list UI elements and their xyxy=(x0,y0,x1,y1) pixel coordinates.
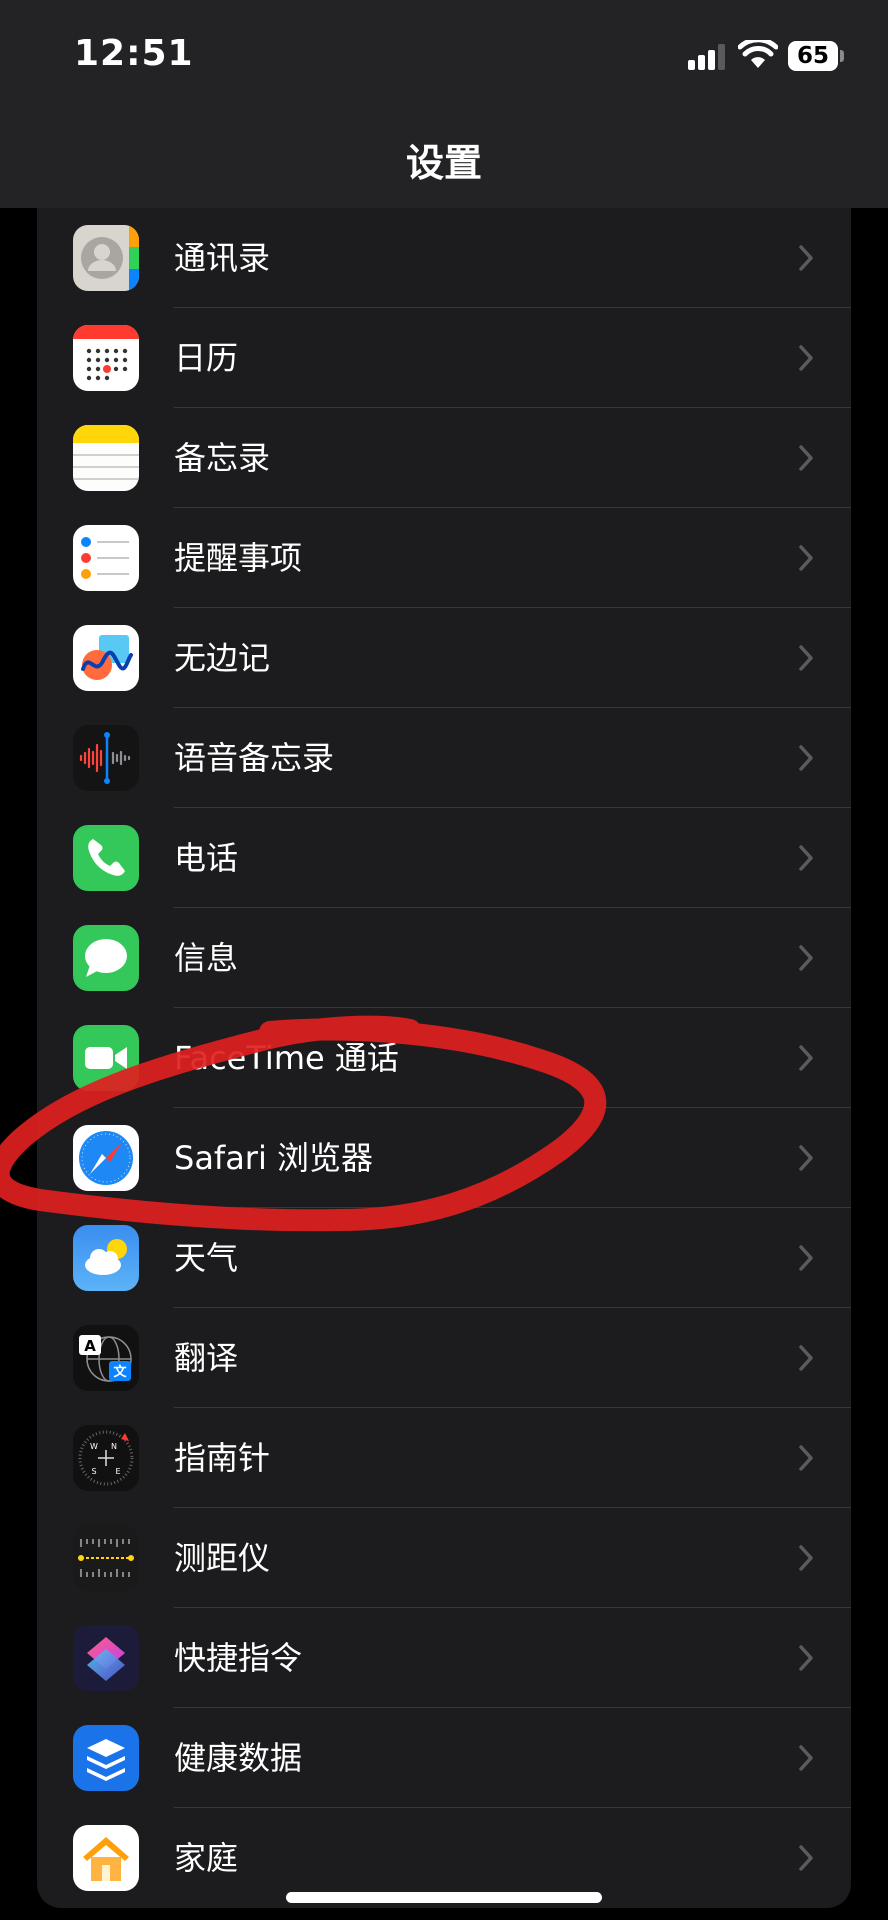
settings-item-label: 测距仪 xyxy=(174,1539,271,1577)
calendar-icon xyxy=(73,325,139,391)
translate-icon: A 文 xyxy=(73,1325,139,1391)
chevron-right-icon xyxy=(799,1745,813,1771)
settings-item-label: 日历 xyxy=(174,339,239,377)
settings-group: 通讯录 日历 备忘录 提醒事项 无边记 语音备忘录 电话 信息 FaceTime… xyxy=(37,208,851,1908)
battery-tip xyxy=(840,50,844,62)
compass-s-label: S xyxy=(91,1467,96,1476)
health-icon xyxy=(73,1725,139,1791)
settings-item-label: 指南针 xyxy=(174,1439,271,1477)
chevron-right-icon xyxy=(799,1845,813,1871)
compass-icon: W N S E xyxy=(73,1425,139,1491)
wifi-icon xyxy=(738,40,778,68)
top-bar: 12:51 65 设置 xyxy=(0,0,888,208)
settings-item-messages[interactable]: 信息 xyxy=(37,908,851,1008)
freeform-icon xyxy=(73,625,139,691)
chevron-right-icon xyxy=(799,945,813,971)
translate-letter-zh: 文 xyxy=(113,1364,127,1380)
settings-item-voice-memos[interactable]: 语音备忘录 xyxy=(37,708,851,808)
settings-item-freeform[interactable]: 无边记 xyxy=(37,608,851,708)
chevron-right-icon xyxy=(799,1545,813,1571)
status-bar: 12:51 65 xyxy=(0,0,888,110)
home-indicator[interactable] xyxy=(286,1892,602,1903)
settings-item-health-data[interactable]: 健康数据 xyxy=(37,1708,851,1808)
reminders-icon xyxy=(73,525,139,591)
status-time: 12:51 xyxy=(74,33,194,74)
settings-item-measure[interactable]: 测距仪 xyxy=(37,1508,851,1608)
chevron-right-icon xyxy=(799,1645,813,1671)
compass-e-label: E xyxy=(115,1467,120,1476)
settings-item-reminders[interactable]: 提醒事项 xyxy=(37,508,851,608)
safari-icon xyxy=(73,1125,139,1191)
settings-item-facetime[interactable]: FaceTime 通话 xyxy=(37,1008,851,1108)
translate-letter-a: A xyxy=(84,1337,96,1355)
battery-indicator: 65 xyxy=(788,41,838,71)
shortcuts-icon xyxy=(73,1625,139,1691)
settings-item-label: 健康数据 xyxy=(174,1739,303,1777)
chevron-right-icon xyxy=(799,645,813,671)
notes-icon xyxy=(73,425,139,491)
settings-item-label: 家庭 xyxy=(174,1839,239,1877)
chevron-right-icon xyxy=(799,1045,813,1071)
settings-item-notes[interactable]: 备忘录 xyxy=(37,408,851,508)
settings-item-safari[interactable]: Safari 浏览器 xyxy=(37,1108,851,1208)
settings-item-weather[interactable]: 天气 xyxy=(37,1208,851,1308)
contacts-icon xyxy=(73,225,139,291)
settings-item-translate[interactable]: A 文 翻译 xyxy=(37,1308,851,1408)
facetime-icon xyxy=(73,1025,139,1091)
chevron-right-icon xyxy=(799,1145,813,1171)
chevron-right-icon xyxy=(799,845,813,871)
settings-item-label: 信息 xyxy=(174,939,239,977)
chevron-right-icon xyxy=(799,345,813,371)
settings-item-compass[interactable]: W N S E 指南针 xyxy=(37,1408,851,1508)
chevron-right-icon xyxy=(799,1345,813,1371)
compass-n-label: N xyxy=(111,1442,117,1451)
measure-icon xyxy=(73,1525,139,1591)
settings-item-label: 电话 xyxy=(174,839,239,877)
settings-item-label: 天气 xyxy=(174,1239,239,1277)
chevron-right-icon xyxy=(799,1445,813,1471)
settings-item-label: 语音备忘录 xyxy=(174,739,335,777)
cellular-signal-icon xyxy=(688,44,725,70)
settings-item-phone[interactable]: 电话 xyxy=(37,808,851,908)
settings-item-shortcuts[interactable]: 快捷指令 xyxy=(37,1608,851,1708)
phone-icon xyxy=(73,825,139,891)
settings-item-label: 无边记 xyxy=(174,639,271,677)
settings-item-label: 通讯录 xyxy=(174,239,271,277)
settings-item-contacts[interactable]: 通讯录 xyxy=(37,208,851,308)
settings-item-label: 提醒事项 xyxy=(174,539,303,577)
page-title: 设置 xyxy=(405,141,482,185)
messages-icon xyxy=(73,925,139,991)
settings-item-label: Safari 浏览器 xyxy=(174,1139,374,1177)
settings-item-label: 备忘录 xyxy=(174,439,271,477)
weather-icon xyxy=(73,1225,139,1291)
settings-item-label: 快捷指令 xyxy=(174,1639,303,1677)
chevron-right-icon xyxy=(799,745,813,771)
settings-item-label: 翻译 xyxy=(174,1339,239,1377)
chevron-right-icon xyxy=(799,245,813,271)
chevron-right-icon xyxy=(799,445,813,471)
settings-item-label: FaceTime 通话 xyxy=(174,1039,399,1077)
settings-item-calendar[interactable]: 日历 xyxy=(37,308,851,408)
home-icon xyxy=(73,1825,139,1891)
compass-w-label: W xyxy=(90,1442,98,1451)
chevron-right-icon xyxy=(799,545,813,571)
voice-memos-icon xyxy=(73,725,139,791)
chevron-right-icon xyxy=(799,1245,813,1271)
